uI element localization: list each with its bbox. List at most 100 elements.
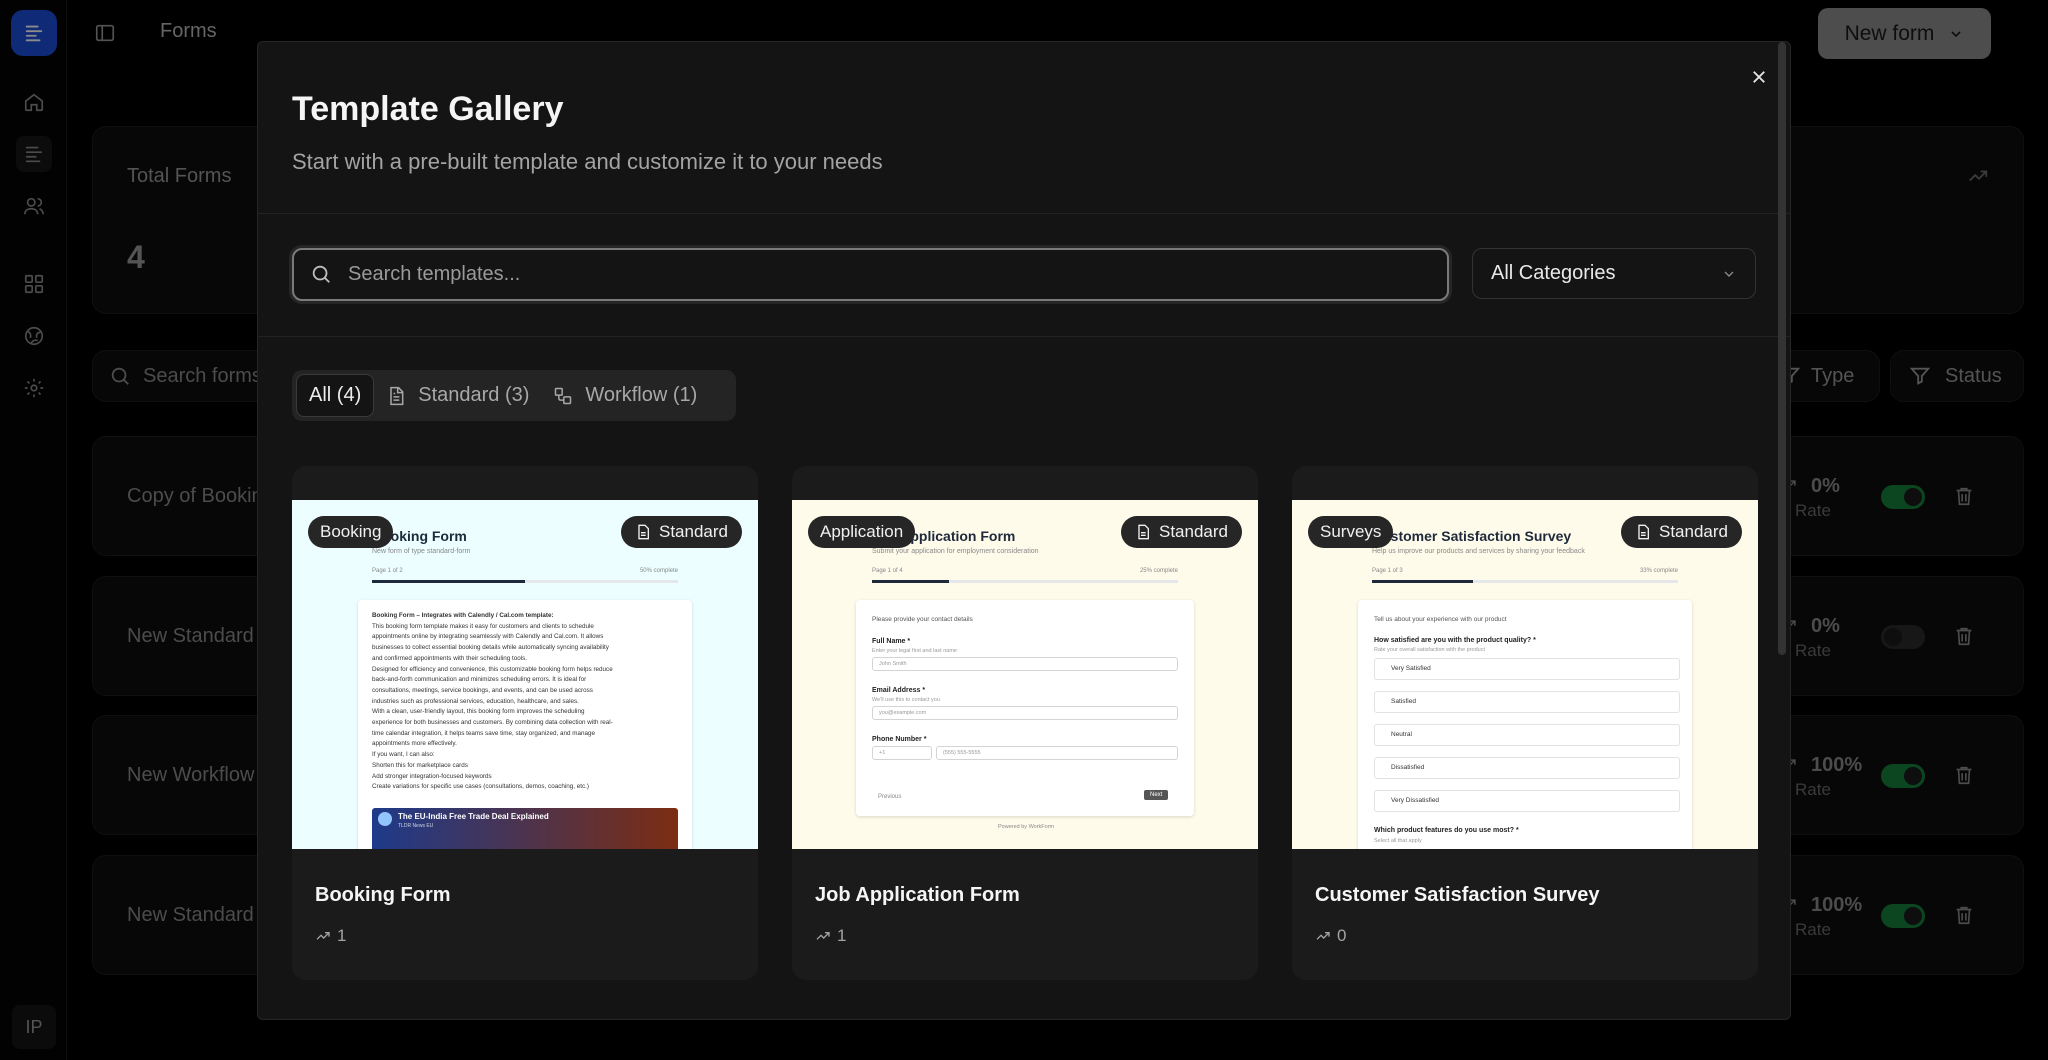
preview-body: Tell us about your experience with our p… [1358,600,1692,849]
template-usage: 1 [815,926,846,946]
category-badge: Booking [308,516,394,548]
preview-progress [1372,580,1678,583]
template-card-customer-survey[interactable]: Customer Satisfaction Survey Help us imp… [1292,466,1758,980]
type-badge-label: Standard [659,522,728,541]
file-text-icon [638,524,649,540]
close-button[interactable] [1744,62,1774,92]
preview-progress [872,580,1178,583]
preview-percent: 25% complete [1139,568,1178,574]
preview-text-line: Shorten this for marketplace cards [372,761,468,769]
preview-text-line: consultations, meetings, service booking… [372,686,593,694]
question-label: Which product features do you use most? … [1374,827,1519,834]
field-input: John Smith [872,657,1178,671]
type-badge: Standard [1121,516,1242,548]
usage-count: 1 [837,926,847,945]
tab-workflow[interactable]: Workflow (1) [541,374,709,417]
trending-up-icon [316,932,330,940]
preview-progress [372,580,678,583]
preview-text-line: time calendar integration, it helps team… [372,729,595,737]
template-card-booking[interactable]: Booking Form New form of type standard-f… [292,466,758,980]
preview-text-line: Create variations for specific use cases… [372,783,589,791]
survey-preview: Customer Satisfaction Survey Help us imp… [1292,500,1758,849]
trending-up-icon [1316,932,1330,940]
question-hint: Rate your overall satisfaction with the … [1374,647,1485,653]
tab-all[interactable]: All (4) [296,374,375,417]
workflow-icon [555,387,572,404]
preview-subtitle: Submit your application for employment c… [872,548,1039,555]
type-badge: Standard [1621,516,1742,548]
preview-text-line: businesses to collect essential booking … [372,644,609,652]
divider [258,336,1790,337]
template-gallery-dialog: Template Gallery Start with a pre-built … [257,41,1791,1020]
type-badge-label: Standard [1659,522,1728,541]
preview-text-line: appointments online by integrating seaml… [372,633,604,641]
tab-workflow-label: Workflow (1) [585,384,698,406]
preview-title: Customer Satisfaction Survey [1372,528,1572,544]
template-name: Customer Satisfaction Survey [1315,884,1600,906]
template-search [292,248,1449,301]
video-logo [378,812,392,826]
preview-text-line: and confirmed appointments with their sc… [372,654,528,662]
preview-progress-fill [372,580,525,583]
preview-page: Page 1 of 3 [1372,568,1403,574]
preview-percent: 33% complete [1639,568,1678,574]
category-select-value: All Categories [1491,262,1616,284]
survey-option: Neutral [1374,724,1680,746]
template-name: Booking Form [315,884,451,906]
preview-progress-fill [1372,580,1473,583]
dialog-subtitle: Start with a pre-built template and cust… [292,149,883,174]
file-text-icon [1138,524,1149,540]
field-label: Email Address * [872,687,926,694]
preview-body: Booking Form – Integrates with Calendly … [358,600,692,849]
preview-previous: Previous [878,794,902,800]
preview-text-line: If you want, I can also: [372,751,435,759]
preview-text-line: Designed for efficiency and convenience,… [372,665,613,673]
field-hint: Enter your legal first and last name [872,648,957,654]
field-label: Full Name * [872,638,911,645]
dialog-scrollbar[interactable] [1778,42,1786,655]
dialog-title: Template Gallery [292,90,564,128]
preview-text-line: experience for both businesses and custo… [372,719,613,726]
video-channel: TLDR News EU [398,823,434,829]
preview-next: Next [1144,790,1169,800]
template-usage: 0 [1315,926,1346,946]
template-type-tabs: All (4) Standard (3) Workflow (1) [292,370,736,421]
field-input: you@example.com [872,706,1178,720]
survey-option: Satisfied [1374,691,1680,713]
booking-form-preview: Booking Form New form of type standard-f… [292,500,758,849]
category-badge: Surveys [1308,516,1394,548]
tab-standard[interactable]: Standard (3) [374,374,541,417]
question-hint: Select all that apply [1374,838,1422,844]
preview-powered-by: Powered by WorkForm [998,824,1055,830]
preview-text-line: back-and-forth communication and minimiz… [372,676,587,684]
preview-text-line: industries such as professional services… [372,697,579,705]
preview-subtitle: Help us improve our products and service… [1372,548,1585,555]
template-preview: Customer Satisfaction Survey Help us imp… [1292,500,1758,849]
file-text-icon [1638,524,1649,540]
preview-intro: Tell us about your experience with our p… [1374,616,1507,623]
template-search-input[interactable] [348,250,1428,299]
preview-intro: Please provide your contact details [872,616,973,623]
type-badge: Standard [621,516,742,548]
preview-text-line: Add stronger integration-focused keyword… [372,772,492,780]
survey-option: Very Satisfied [1374,658,1680,680]
question-label: How satisfied are you with the product q… [1374,637,1536,644]
tab-all-label: All (4) [309,384,362,406]
trending-up-icon [816,932,830,940]
template-card-job-application[interactable]: Job Application Form Submit your applica… [792,466,1258,980]
category-select[interactable]: All Categories [1472,248,1756,299]
template-preview: Booking Form New form of type standard-f… [292,500,758,849]
survey-option: Very Dissatisfied [1374,790,1680,812]
type-badge-label: Standard [1159,522,1228,541]
video-thumbnail: The EU-India Free Trade Deal Explained T… [372,808,678,849]
template-preview: Job Application Form Submit your applica… [792,500,1258,849]
preview-page: Page 1 of 4 [872,568,903,574]
preview-subtitle: New form of type standard-form [372,548,471,555]
tab-standard-label: Standard (3) [418,384,530,406]
preview-progress-fill [872,580,949,583]
close-icon [1753,71,1765,83]
preview-page: Page 1 of 2 [372,568,403,574]
search-icon [312,265,330,283]
divider [258,213,1790,214]
job-application-preview: Job Application Form Submit your applica… [792,500,1258,849]
